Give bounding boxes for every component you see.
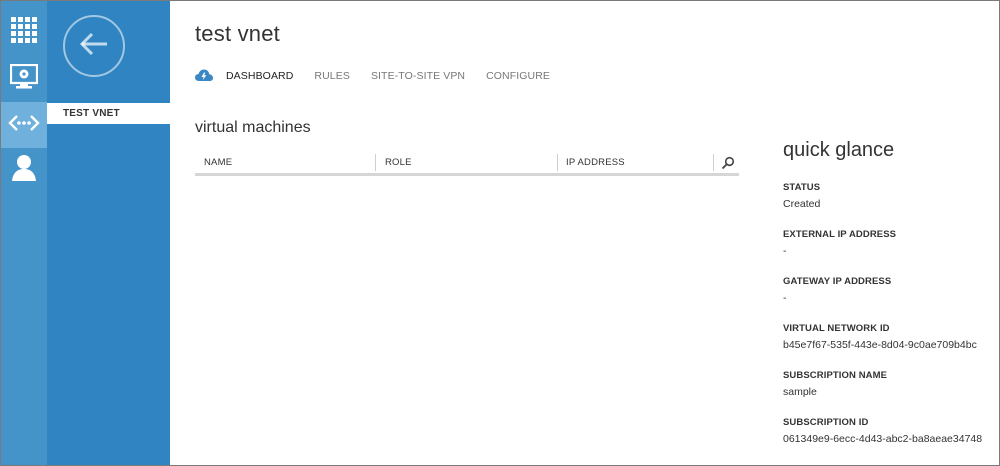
rail-item-networks[interactable] [1, 102, 47, 148]
virtual-machines-icon [9, 63, 39, 95]
column-header-role[interactable]: ROLE [385, 152, 412, 172]
blade-panel: TEST VNET [47, 1, 170, 465]
quick-glance-value: b45e7f67-535f-443e-8d04-9c0ae709b4bc [783, 339, 977, 351]
quick-glance-label: SUBSCRIPTION NAME [783, 370, 888, 381]
quick-glance-subscription-id: SUBSCRIPTION ID 061349e9-6ecc-4d43-abc2-… [783, 416, 999, 446]
all-items-grid-icon [11, 16, 37, 48]
quick-glance-label: VIRTUAL NETWORK ID [783, 323, 890, 334]
user-icon [11, 154, 37, 187]
tab-configure[interactable]: CONFIGURE [486, 70, 550, 82]
quick-glance-label: EXTERNAL IP ADDRESS [783, 229, 897, 240]
main-content: test vnet DASHBOARD RULES SITE-TO-SITE V… [170, 1, 999, 465]
quick-glance-external-ip: EXTERNAL IP ADDRESS - [783, 228, 999, 258]
rail-item-user[interactable] [1, 147, 47, 193]
tab-bar: DASHBOARD RULES SITE-TO-SITE VPN CONFIGU… [195, 68, 571, 84]
quick-glance-virtual-network-id: VIRTUAL NETWORK ID b45e7f67-535f-443e-8d… [783, 322, 999, 352]
quick-glance-title: quick glance [783, 139, 895, 161]
quick-glance-status: STATUS Created [783, 181, 999, 211]
blade-item-test-vnet[interactable]: TEST VNET [47, 103, 170, 124]
tab-site-to-site-vpn[interactable]: SITE-TO-SITE VPN [371, 70, 465, 82]
quick-glance-value: sample [783, 386, 817, 398]
quick-glance-value: - [783, 292, 787, 304]
quick-glance-value: 061349e9-6ecc-4d43-abc2-ba8aeae34748 [783, 433, 983, 445]
portal-window: TEST VNET test vnet DASHBOARD RULES SITE… [0, 0, 1000, 466]
column-header-name[interactable]: NAME [204, 152, 232, 172]
column-header-ip-address[interactable]: IP ADDRESS [566, 152, 625, 172]
quick-glance-gateway-ip: GATEWAY IP ADDRESS - [783, 275, 999, 305]
quick-glance-value: Created [783, 198, 821, 210]
rail-item-virtual-machines[interactable] [1, 56, 47, 102]
back-button[interactable] [63, 15, 125, 77]
quick-glance-label: GATEWAY IP ADDRESS [783, 276, 892, 287]
search-icon[interactable] [721, 156, 735, 170]
quick-glance-subscription-name: SUBSCRIPTION NAME sample [783, 369, 999, 399]
networks-icon [8, 113, 40, 138]
nav-rail [1, 1, 47, 465]
tab-rules[interactable]: RULES [314, 70, 350, 82]
tab-dashboard[interactable]: DASHBOARD [226, 70, 293, 82]
column-divider [713, 154, 714, 171]
rail-item-all-items[interactable] [1, 9, 47, 55]
quick-glance-label: STATUS [783, 182, 821, 193]
back-arrow-icon [78, 31, 110, 62]
quick-start-cloud-icon[interactable] [195, 69, 213, 83]
vm-table-header: NAME ROLE IP ADDRESS [195, 152, 739, 176]
column-divider [557, 154, 558, 171]
column-divider [375, 154, 376, 171]
quick-glance-label: SUBSCRIPTION ID [783, 417, 869, 428]
page-title: test vnet [195, 21, 280, 46]
section-title-virtual-machines: virtual machines [195, 119, 311, 136]
quick-glance-value: - [783, 245, 787, 257]
